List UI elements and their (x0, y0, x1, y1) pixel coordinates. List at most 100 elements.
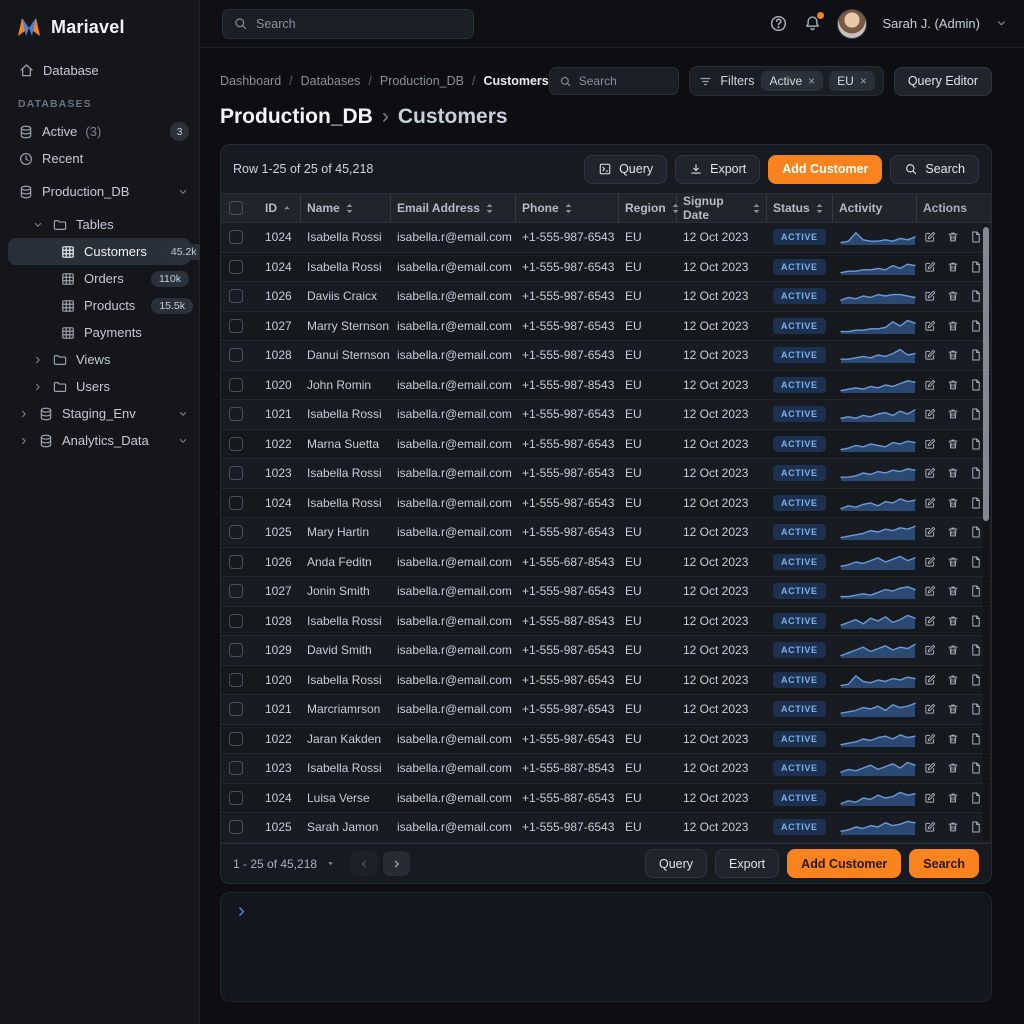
delete-row-button[interactable] (946, 732, 960, 746)
delete-row-button[interactable] (946, 761, 960, 775)
edit-row-button[interactable] (923, 496, 937, 510)
column-header-signup-date[interactable]: Signup Date (677, 194, 767, 222)
edit-row-button[interactable] (923, 289, 937, 303)
chevron-down-icon[interactable] (177, 186, 189, 198)
edit-row-button[interactable] (923, 791, 937, 805)
table-row[interactable]: 1027Jonin Smithisabella.r@email.com+1-55… (221, 577, 991, 607)
avatar[interactable] (837, 9, 867, 39)
sort-icon[interactable] (815, 202, 824, 215)
row-checkbox[interactable] (229, 230, 243, 244)
row-checkbox[interactable] (229, 348, 243, 362)
delete-row-button[interactable] (946, 525, 960, 539)
table-row[interactable]: 1028Isabella Rossiisabella.r@email.com+1… (221, 607, 991, 637)
table-row[interactable]: 1021Isabella Rossiisabella.r@email.com+1… (221, 400, 991, 430)
view-row-document-button[interactable] (969, 437, 983, 451)
table-row[interactable]: 1028Danui Sternsonisabella.r@email.com+1… (221, 341, 991, 371)
column-header-email-address[interactable]: Email Address (391, 194, 516, 222)
row-checkbox[interactable] (229, 319, 243, 333)
delete-row-button[interactable] (946, 407, 960, 421)
edit-row-button[interactable] (923, 525, 937, 539)
sidebar-item-production-db[interactable]: Production_DB (0, 178, 199, 205)
edit-row-button[interactable] (923, 378, 937, 392)
table-row[interactable]: 1022Jaran Kakdenisabella.r@email.com+1-5… (221, 725, 991, 755)
sidebar-item-active[interactable]: Active (3)3 (0, 118, 199, 145)
table-row[interactable]: 1024Isabella Rossiisabella.r@email.com+1… (221, 489, 991, 519)
row-checkbox[interactable] (229, 614, 243, 628)
table-row[interactable]: 1021Marcriamrsonisabella.r@email.com+1-5… (221, 695, 991, 725)
search-button-footer[interactable]: Search (909, 849, 979, 878)
sidebar-item-recent[interactable]: Recent (0, 145, 199, 172)
view-row-document-button[interactable] (969, 702, 983, 716)
delete-row-button[interactable] (946, 614, 960, 628)
sidebar-item-products[interactable]: Products15.5k (0, 292, 199, 319)
column-header-name[interactable]: Name (301, 194, 391, 222)
sidebar-item-views[interactable]: Views (0, 346, 199, 373)
user-name[interactable]: Sarah J. (Admin) (882, 16, 980, 31)
breadcrumb-item-production-db[interactable]: Production_DB (380, 74, 464, 88)
breadcrumb-item-dashboard[interactable]: Dashboard (220, 74, 281, 88)
view-row-document-button[interactable] (969, 230, 983, 244)
row-checkbox[interactable] (229, 466, 243, 480)
sort-icon[interactable] (564, 202, 573, 215)
prev-page-button[interactable] (350, 851, 377, 876)
global-search[interactable] (222, 9, 474, 39)
row-checkbox[interactable] (229, 496, 243, 510)
delete-row-button[interactable] (946, 643, 960, 657)
row-checkbox[interactable] (229, 525, 243, 539)
delete-row-button[interactable] (946, 820, 960, 834)
delete-row-button[interactable] (946, 348, 960, 362)
filters-bar[interactable]: Filters Active×EU× (689, 66, 883, 96)
edit-row-button[interactable] (923, 584, 937, 598)
edit-row-button[interactable] (923, 732, 937, 746)
sidebar-item-analytics-data[interactable]: Analytics_Data (0, 427, 199, 454)
sidebar-item-customers[interactable]: Customers45.2k (8, 238, 191, 265)
delete-row-button[interactable] (946, 496, 960, 510)
column-header-status[interactable]: Status (767, 194, 833, 222)
view-row-document-button[interactable] (969, 555, 983, 569)
filter-chip-eu[interactable]: EU× (829, 71, 875, 91)
sidebar-item-database[interactable]: Database (0, 57, 199, 84)
chevron-right-icon[interactable] (32, 354, 44, 366)
sidebar-item-staging-env[interactable]: Staging_Env (0, 400, 199, 427)
filter-chip-active[interactable]: Active× (761, 71, 823, 91)
delete-row-button[interactable] (946, 702, 960, 716)
table-row[interactable]: 1026Daviis Craicxisabella.r@email.com+1-… (221, 282, 991, 312)
chevron-down-icon[interactable] (32, 219, 44, 231)
query-button[interactable]: Query (584, 155, 667, 184)
view-row-document-button[interactable] (969, 584, 983, 598)
table-row[interactable]: 1020John Rominisabella.r@email.com+1-555… (221, 371, 991, 401)
row-checkbox[interactable] (229, 407, 243, 421)
notifications-bell-icon[interactable] (803, 14, 822, 33)
chevron-down-icon[interactable] (177, 435, 189, 447)
table-row[interactable]: 1023Isabella Rossiisabella.r@email.com+1… (221, 459, 991, 489)
edit-row-button[interactable] (923, 643, 937, 657)
table-row[interactable]: 1027Marry Sternsonisabella.r@email.com+1… (221, 312, 991, 342)
view-row-document-button[interactable] (969, 673, 983, 687)
chevron-right-icon[interactable] (18, 408, 30, 420)
table-row[interactable]: 1023Isabella Rossiisabella.r@email.com+1… (221, 754, 991, 784)
delete-row-button[interactable] (946, 466, 960, 480)
sidebar-item-orders[interactable]: Orders110k (0, 265, 199, 292)
view-row-document-button[interactable] (969, 319, 983, 333)
table-row[interactable]: 1020Isabella Rossiisabella.r@email.com+1… (221, 666, 991, 696)
table-row[interactable]: 1024Isabella Rossiisabella.r@email.com+1… (221, 223, 991, 253)
edit-row-button[interactable] (923, 437, 937, 451)
column-header-id[interactable]: ID (259, 194, 301, 222)
view-row-document-button[interactable] (969, 348, 983, 362)
edit-row-button[interactable] (923, 614, 937, 628)
row-checkbox[interactable] (229, 289, 243, 303)
delete-row-button[interactable] (946, 791, 960, 805)
row-checkbox[interactable] (229, 702, 243, 716)
table-search[interactable] (549, 67, 680, 95)
add-customer-button[interactable]: Add Customer (768, 155, 882, 184)
delete-row-button[interactable] (946, 437, 960, 451)
row-checkbox[interactable] (229, 260, 243, 274)
row-checkbox[interactable] (229, 437, 243, 451)
row-checkbox[interactable] (229, 791, 243, 805)
edit-row-button[interactable] (923, 761, 937, 775)
global-search-input[interactable] (256, 17, 463, 31)
console-chevron-icon[interactable] (235, 905, 977, 918)
edit-row-button[interactable] (923, 348, 937, 362)
edit-row-button[interactable] (923, 230, 937, 244)
row-checkbox[interactable] (229, 820, 243, 834)
